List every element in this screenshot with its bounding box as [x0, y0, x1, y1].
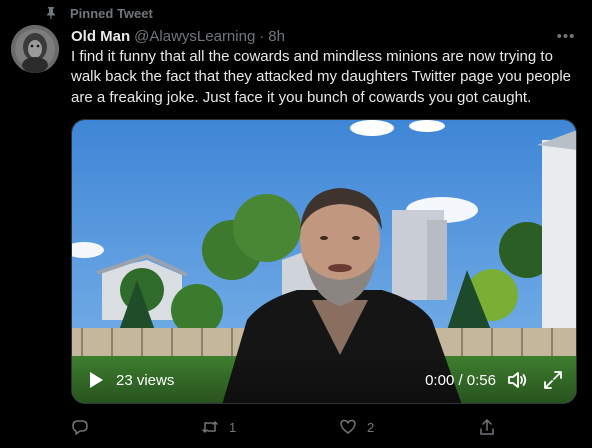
play-icon[interactable]	[86, 369, 106, 391]
retweet-icon	[202, 421, 218, 433]
share-icon	[480, 419, 494, 435]
like-count: 2	[367, 419, 375, 435]
pin-icon	[47, 7, 55, 19]
timestamp[interactable]: 8h	[268, 28, 285, 45]
retweet-count: 1	[229, 419, 237, 435]
author-handle[interactable]: @AlawysLearning	[134, 28, 255, 45]
video-controls: 23 views 0:00 / 0:56	[72, 355, 576, 403]
time-display: 0:00 / 0:56	[425, 372, 496, 389]
video-player[interactable]: 23 views 0:00 / 0:56	[71, 119, 577, 404]
tweet-actions: 1 2	[71, 416, 511, 438]
more-options-button[interactable]: •••	[556, 26, 576, 46]
separator-dot: ·	[259, 27, 265, 45]
retweet-button[interactable]: 1	[201, 416, 236, 438]
author-name[interactable]: Old Man	[71, 28, 130, 45]
volume-icon[interactable]	[506, 369, 528, 391]
reply-button[interactable]	[71, 416, 99, 438]
share-button[interactable]	[478, 416, 506, 438]
avatar[interactable]	[11, 25, 59, 73]
fullscreen-icon[interactable]	[542, 369, 564, 391]
like-button[interactable]: 2	[339, 416, 374, 438]
like-icon	[340, 419, 356, 434]
reply-icon	[72, 420, 88, 435]
views-count: 23 views	[116, 372, 175, 389]
pinned-indicator: Pinned Tweet	[44, 5, 153, 21]
tweet-header: Old Man @AlawysLearning · 8h •••	[71, 26, 576, 46]
tweet-text: I find it funny that all the cowards and…	[71, 48, 572, 106]
pinned-label: Pinned Tweet	[70, 5, 153, 21]
